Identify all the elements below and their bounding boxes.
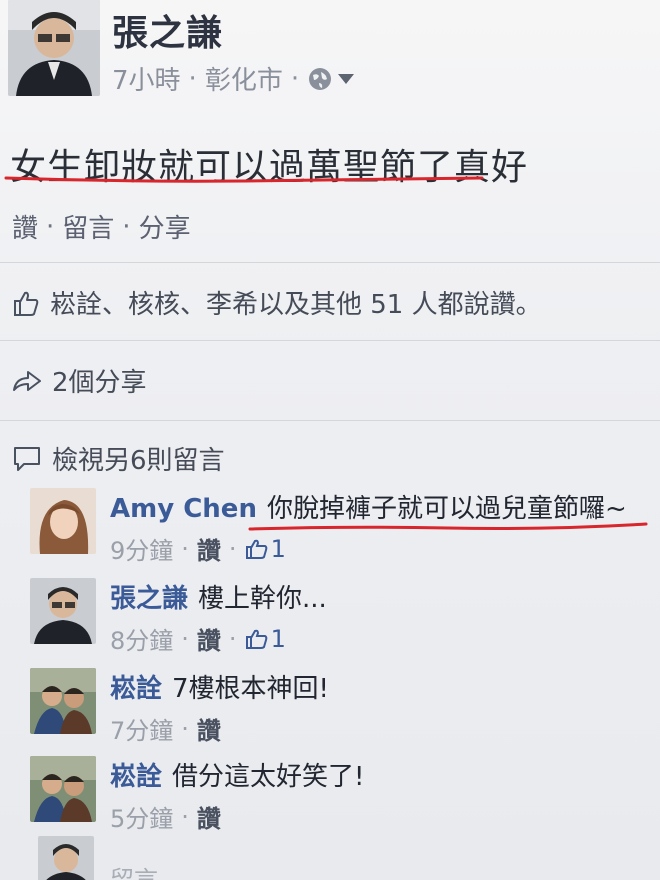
comment-text: 7樓根本神回! bbox=[172, 674, 329, 704]
shares-summary[interactable]: 2個分享 bbox=[12, 362, 147, 399]
comment-meta: 7分鐘 · 讚 bbox=[110, 711, 650, 746]
comment-author[interactable]: 崧詮 bbox=[110, 674, 162, 704]
composer-avatar bbox=[38, 836, 94, 880]
comment-text: 樓上幹你... bbox=[198, 584, 327, 614]
meta-separator: · bbox=[181, 624, 189, 653]
post-header: 張之謙 7小時 · 彰化市 · bbox=[8, 0, 648, 100]
divider bbox=[0, 262, 660, 263]
author-avatar-image bbox=[8, 0, 100, 96]
privacy-selector[interactable] bbox=[307, 66, 355, 92]
meta-separator: · bbox=[188, 63, 197, 94]
meta-separator: · bbox=[181, 802, 189, 831]
facebook-post-screenshot: 張之謙 7小時 · 彰化市 · 女生卸妝就可以過萬聖節了真好 讚 · 留言 · bbox=[0, 0, 660, 880]
comment-like-button[interactable]: 讚 bbox=[197, 711, 221, 746]
commenter-avatar-image bbox=[30, 756, 96, 822]
comment-like-count[interactable]: 1 bbox=[245, 625, 286, 653]
comment-like-count-value: 1 bbox=[270, 624, 286, 653]
commenter-avatar-image bbox=[30, 488, 96, 554]
commenter-avatar[interactable] bbox=[30, 668, 96, 734]
meta-separator: · bbox=[228, 534, 237, 563]
likes-summary-text: 崧詮、核核、李希以及其他 51 人都說讚。 bbox=[50, 290, 542, 320]
comment-time[interactable]: 5分鐘 bbox=[110, 799, 173, 834]
comment-body: 崧詮 7樓根本神回! 7分鐘 · 讚 bbox=[110, 668, 650, 746]
comment-body: 崧詮 借分這太好笑了! 5分鐘 · 讚 bbox=[110, 756, 650, 834]
comment-time[interactable]: 7分鐘 bbox=[110, 711, 173, 746]
divider bbox=[0, 340, 660, 341]
view-more-comments-text: 檢視另6則留言 bbox=[52, 446, 225, 476]
commenter-avatar[interactable] bbox=[30, 488, 96, 554]
meta-separator: · bbox=[181, 534, 189, 563]
view-more-comments[interactable]: 檢視另6則留言 bbox=[12, 440, 225, 477]
comment-time[interactable]: 9分鐘 bbox=[110, 531, 173, 566]
divider bbox=[0, 420, 660, 421]
globe-icon bbox=[309, 67, 332, 90]
thumbs-up-icon bbox=[245, 539, 267, 559]
post-location[interactable]: 彰化市 bbox=[205, 60, 283, 97]
like-action[interactable]: 讚 bbox=[12, 208, 38, 245]
comment-like-button[interactable]: 讚 bbox=[197, 799, 221, 834]
comment-body: Amy Chen 你脫掉褲子就可以過兒童節囉~ 9分鐘 · 讚 · 1 bbox=[110, 488, 650, 566]
actions-separator: · bbox=[122, 211, 131, 242]
comment-meta: 5分鐘 · 讚 bbox=[110, 799, 650, 834]
author-name[interactable]: 張之謙 bbox=[112, 4, 223, 56]
actions-separator: · bbox=[46, 211, 55, 242]
composer-avatar-image bbox=[38, 836, 94, 880]
post-time[interactable]: 7小時 bbox=[112, 60, 181, 97]
meta-separator: · bbox=[181, 714, 189, 743]
comment-like-count-value: 1 bbox=[270, 534, 286, 563]
commenter-avatar-image bbox=[30, 668, 96, 734]
post-actions: 讚 · 留言 · 分享 bbox=[12, 208, 191, 245]
commenter-avatar-image bbox=[30, 578, 96, 644]
thumbs-up-icon bbox=[245, 629, 267, 649]
post-meta: 7小時 · 彰化市 · bbox=[112, 60, 355, 97]
comment-like-count[interactable]: 1 bbox=[245, 535, 286, 563]
comment-meta: 8分鐘 · 讚 · 1 bbox=[110, 621, 650, 656]
meta-separator: · bbox=[290, 63, 300, 94]
comment-author[interactable]: 張之謙 bbox=[110, 584, 188, 614]
comment-author[interactable]: 崧詮 bbox=[110, 762, 162, 792]
comment-body: 張之謙 樓上幹你... 8分鐘 · 讚 · 1 bbox=[110, 578, 650, 656]
likes-summary[interactable]: 崧詮、核核、李希以及其他 51 人都說讚。 bbox=[12, 284, 542, 321]
thumbs-up-icon bbox=[14, 291, 39, 316]
post-text: 女生卸妝就可以過萬聖節了真好 bbox=[10, 147, 529, 188]
comment-time[interactable]: 8分鐘 bbox=[110, 621, 173, 656]
meta-separator: · bbox=[228, 624, 237, 653]
comment-like-button[interactable]: 讚 bbox=[197, 621, 221, 656]
shares-count-text: 2個分享 bbox=[52, 368, 147, 398]
comment-text: 借分這太好笑了! bbox=[172, 762, 365, 792]
comment-author[interactable]: Amy Chen bbox=[110, 494, 257, 524]
caret-down-icon bbox=[338, 73, 355, 84]
comment-meta: 9分鐘 · 讚 · 1 bbox=[110, 531, 650, 566]
reply-input[interactable]: 留言 bbox=[110, 860, 158, 880]
comment-bubble-icon bbox=[14, 446, 40, 471]
comment-action[interactable]: 留言 bbox=[62, 208, 114, 245]
share-action[interactable]: 分享 bbox=[139, 208, 191, 245]
comment-like-button[interactable]: 讚 bbox=[197, 531, 221, 566]
author-avatar[interactable] bbox=[8, 0, 100, 96]
commenter-avatar[interactable] bbox=[30, 756, 96, 822]
commenter-avatar[interactable] bbox=[30, 578, 96, 644]
comment-text: 你脫掉褲子就可以過兒童節囉~ bbox=[266, 494, 627, 524]
share-arrow-icon bbox=[13, 370, 41, 391]
